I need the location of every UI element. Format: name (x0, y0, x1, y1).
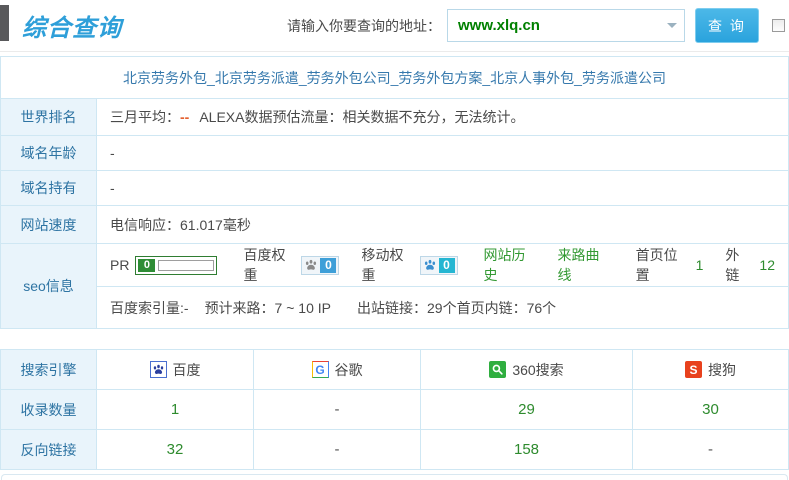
seo-info-row-1: seo信息 PR 0 百度权重 0 移动权重 (1, 244, 789, 287)
page-title: 综合查询 (22, 8, 122, 43)
paw-icon (304, 258, 318, 272)
alexa-note: ALEXA数据预估流量：相关数据不充分，无法统计。 (199, 109, 524, 125)
address-input[interactable] (448, 17, 660, 34)
home-position-label: 首页位置 (636, 245, 688, 285)
world-rank-row: 世界排名 三月平均：-- ALEXA数据预估流量：相关数据不充分，无法统计。 (1, 99, 789, 136)
domain-age-row: 域名年龄 - (1, 136, 789, 171)
backlink-count-label: 反向链接 (1, 430, 97, 470)
domain-holder-label: 域名持有 (1, 171, 97, 206)
site-history-link[interactable]: 网站历史 (484, 245, 536, 285)
query-button[interactable]: 查 询 (695, 8, 759, 43)
home-position-value: 1 (696, 257, 704, 273)
out-links-text: 出站链接：29个首页内链：76个 (357, 298, 556, 318)
query-header: 综合查询 请输入你要查询的地址： 查 询 (0, 0, 789, 52)
mobile-weight-value: 0 (439, 258, 455, 273)
outlink-label: 外链 (725, 245, 751, 285)
backlink-count-row: 反向链接 32 - 158 - (1, 430, 789, 470)
seo-info-row-2: 百度索引量:- 预计来路：7 ~ 10 IP 出站链接：29个首页内链：76个 (1, 287, 789, 329)
search-360-icon (489, 361, 506, 378)
address-combobox[interactable] (447, 9, 685, 42)
world-rank-label: 世界排名 (1, 99, 97, 136)
site-info-table: 北京劳务外包_北京劳务派遣_劳务外包公司_劳务外包方案_北京人事外包_劳务派遣公… (0, 56, 789, 329)
world-rank-value: 三月平均：-- ALEXA数据预估流量：相关数据不充分，无法统计。 (97, 99, 789, 136)
engine-sogou: S 搜狗 (685, 360, 736, 380)
avg-value: -- (180, 109, 189, 125)
pagerank-widget: 0 (135, 256, 217, 275)
indexed-360: 29 (421, 390, 633, 430)
backlink-sogou: - (633, 430, 789, 470)
indexed-count-row: 收录数量 1 - 29 30 (1, 390, 789, 430)
engine-name: 360搜索 (512, 360, 563, 380)
site-speed-value: 电信响应：61.017毫秒 (97, 206, 789, 244)
indexed-count-label: 收录数量 (1, 390, 97, 430)
sogou-s-icon: S (685, 361, 702, 378)
baidu-index-text: 百度索引量:- (110, 298, 189, 318)
engine-name: 百度 (173, 360, 201, 380)
pr-label: PR (110, 257, 129, 273)
domain-age-label: 域名年龄 (1, 136, 97, 171)
next-section-divider (1, 474, 788, 480)
google-g-icon: G (312, 361, 329, 378)
chevron-down-icon[interactable] (660, 10, 684, 41)
est-traffic-text: 预计来路：7 ~ 10 IP (205, 298, 331, 318)
indexed-google: - (254, 390, 421, 430)
traffic-curve-link[interactable]: 来路曲线 (558, 245, 610, 285)
baidu-paw-icon (150, 361, 167, 378)
indexed-baidu: 1 (97, 390, 254, 430)
site-speed-row: 网站速度 电信响应：61.017毫秒 (1, 206, 789, 244)
domain-age-value: - (97, 136, 789, 171)
mobile-paw-icon (423, 258, 437, 272)
engines-header-label: 搜索引擎 (1, 350, 97, 390)
search-engines-table: 搜索引擎 百度 G 谷歌 360搜索 (0, 349, 789, 470)
engine-name: 搜狗 (708, 360, 736, 380)
baidu-weight-value: 0 (320, 258, 336, 273)
backlink-baidu: 32 (97, 430, 254, 470)
engine-name: 谷歌 (335, 360, 363, 380)
domain-holder-value: - (97, 171, 789, 206)
brand-bar (0, 5, 9, 41)
option-checkbox[interactable] (772, 19, 785, 32)
mobile-weight-badge: 0 (420, 256, 458, 275)
address-label: 请输入你要查询的地址： (287, 16, 441, 36)
backlink-google: - (254, 430, 421, 470)
engine-360: 360搜索 (489, 360, 563, 380)
indexed-sogou: 30 (633, 390, 789, 430)
baidu-weight-badge: 0 (301, 256, 339, 275)
outlink-value: 12 (759, 257, 775, 273)
baidu-weight-label: 百度权重 (243, 245, 295, 285)
mobile-weight-label: 移动权重 (361, 245, 413, 285)
engine-google: G 谷歌 (312, 360, 363, 380)
domain-holder-row: 域名持有 - (1, 171, 789, 206)
engines-header-row: 搜索引擎 百度 G 谷歌 360搜索 (1, 350, 789, 390)
backlink-360: 158 (421, 430, 633, 470)
pagerank-value: 0 (138, 259, 155, 272)
site-title: 北京劳务外包_北京劳务派遣_劳务外包公司_劳务外包方案_北京人事外包_劳务派遣公… (1, 57, 789, 99)
avg-label: 三月平均： (110, 109, 180, 125)
pagerank-bar (158, 260, 214, 271)
engine-baidu: 百度 (150, 360, 201, 380)
site-title-row: 北京劳务外包_北京劳务派遣_劳务外包公司_劳务外包方案_北京人事外包_劳务派遣公… (1, 57, 789, 99)
seo-info-label: seo信息 (1, 244, 97, 329)
site-speed-label: 网站速度 (1, 206, 97, 244)
